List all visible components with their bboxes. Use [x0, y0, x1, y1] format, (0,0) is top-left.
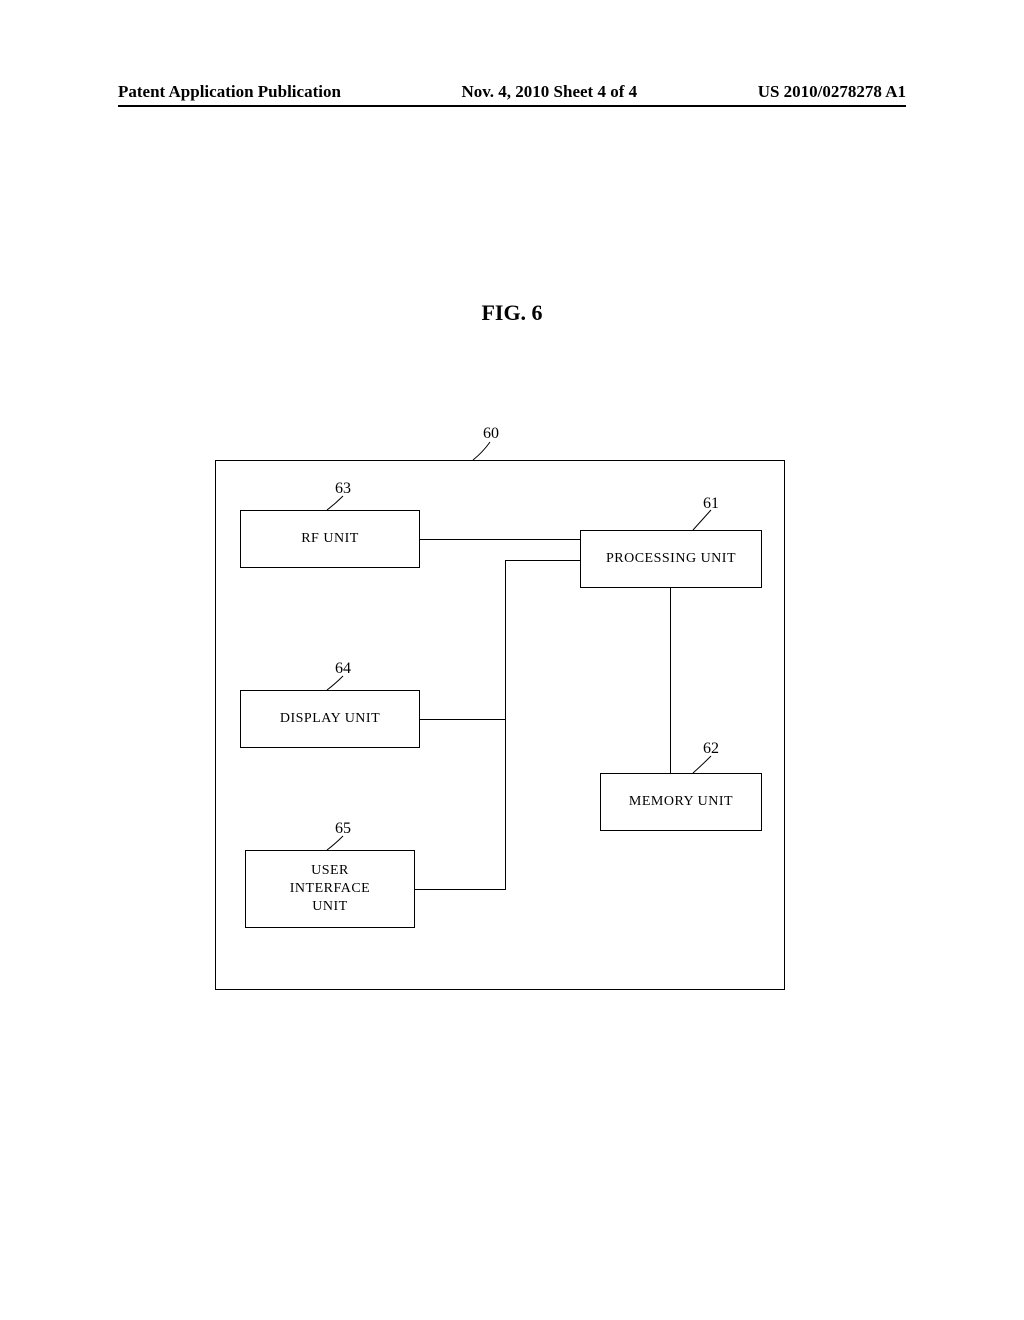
header-left: Patent Application Publication: [118, 82, 341, 102]
processing-unit-label: PROCESSING UNIT: [606, 551, 736, 567]
connector-bus-processing: [505, 560, 580, 561]
header-right: US 2010/0278278 A1: [758, 82, 906, 102]
connector-processing-memory: [670, 588, 671, 773]
ref-60: 60: [483, 425, 499, 443]
ref-64: 64: [335, 660, 351, 678]
processing-unit-block: PROCESSING UNIT: [580, 530, 762, 588]
rf-unit-label: RF UNIT: [301, 531, 359, 547]
connector-bus-vertical: [505, 560, 506, 890]
page-header: Patent Application Publication Nov. 4, 2…: [0, 82, 1024, 102]
user-interface-unit-label: USER INTERFACE UNIT: [290, 862, 370, 917]
ref-65: 65: [335, 820, 351, 838]
ref-61: 61: [703, 495, 719, 513]
connector-ui-bus: [415, 889, 505, 890]
user-interface-unit-block: USER INTERFACE UNIT: [245, 850, 415, 928]
display-unit-block: DISPLAY UNIT: [240, 690, 420, 748]
rf-unit-block: RF UNIT: [240, 510, 420, 568]
header-rule: [118, 105, 906, 107]
memory-unit-label: MEMORY UNIT: [629, 794, 733, 810]
connector-rf-processing: [420, 539, 580, 540]
memory-unit-block: MEMORY UNIT: [600, 773, 762, 831]
figure-label: FIG. 6: [0, 300, 1024, 326]
connector-display-bus: [420, 719, 505, 720]
ref-62: 62: [703, 740, 719, 758]
block-diagram: 60 63 61 64 62 65 RF UNIT PROCESSING UNI…: [215, 430, 785, 990]
display-unit-label: DISPLAY UNIT: [280, 711, 380, 727]
ref-63: 63: [335, 480, 351, 498]
header-center: Nov. 4, 2010 Sheet 4 of 4: [461, 82, 637, 102]
